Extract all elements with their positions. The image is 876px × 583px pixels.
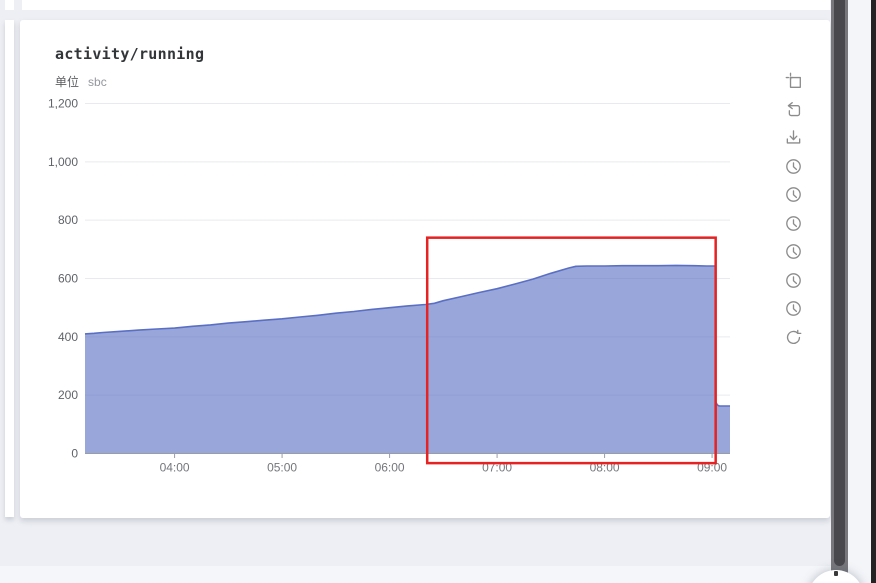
clock-icon	[785, 215, 802, 232]
window-edge	[871, 0, 876, 583]
browser-scrollbar-track	[831, 0, 848, 583]
browser-scrollbar-thumb[interactable]	[834, 0, 845, 566]
time-range-5-button[interactable]	[785, 272, 802, 289]
area-fill	[85, 265, 730, 453]
clock-icon	[785, 186, 802, 203]
clock-icon	[785, 158, 802, 175]
y-axis-tick-label: 600	[58, 272, 78, 286]
adjacent-card-left	[5, 20, 14, 517]
y-axis-tick-label: 800	[58, 213, 78, 227]
adjacent-card-top-left	[5, 0, 14, 10]
refresh-icon	[785, 329, 802, 346]
chart-card: activity/running 单位sbc 02004006008001,00…	[20, 20, 830, 518]
adjacent-card-top	[22, 0, 830, 10]
x-axis-tick-label: 05:00	[267, 461, 297, 475]
refresh-button[interactable]	[785, 329, 802, 346]
time-range-2-button[interactable]	[785, 186, 802, 203]
y-axis-tick-label: 400	[58, 330, 78, 344]
window-gutter	[848, 0, 871, 583]
page-background: activity/running 单位sbc 02004006008001,00…	[0, 0, 876, 583]
time-range-4-button[interactable]	[785, 243, 802, 260]
activity-area-chart[interactable]: 02004006008001,0001,20004:0005:0006:0007…	[20, 20, 830, 518]
clock-icon	[785, 243, 802, 260]
marquee-icon	[785, 72, 802, 89]
chart-toolbar	[784, 72, 802, 346]
y-axis-tick-label: 1,200	[48, 97, 78, 111]
time-range-3-button[interactable]	[785, 215, 802, 232]
floating-button-glyph	[834, 571, 838, 576]
page-bottom-strip	[0, 566, 848, 583]
y-axis-tick-label: 0	[71, 447, 78, 461]
clock-icon	[785, 300, 802, 317]
x-axis-tick-label: 04:00	[160, 461, 190, 475]
clock-icon	[785, 272, 802, 289]
y-axis-tick-label: 1,000	[48, 155, 78, 169]
zoom-reset-button[interactable]	[785, 101, 802, 118]
time-range-6-button[interactable]	[785, 300, 802, 317]
zoom-select-button[interactable]	[785, 72, 802, 89]
x-axis-tick-label: 06:00	[375, 461, 405, 475]
y-axis-tick-label: 200	[58, 388, 78, 402]
time-range-1-button[interactable]	[785, 158, 802, 175]
undo-icon	[785, 101, 802, 118]
download-icon	[785, 129, 802, 146]
save-image-button[interactable]	[785, 129, 802, 146]
